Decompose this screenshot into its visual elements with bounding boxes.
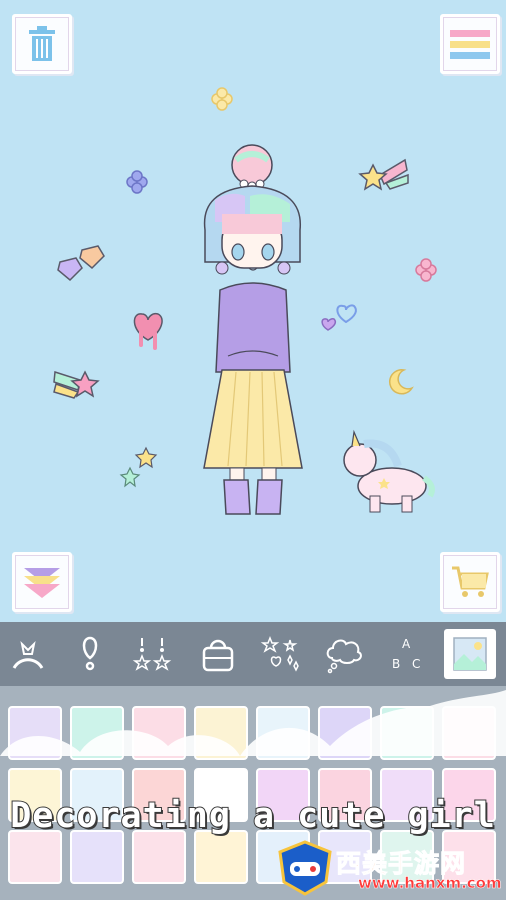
star-icon[interactable] (134, 446, 158, 469)
color-swatch[interactable] (194, 830, 248, 884)
tab-speech-bubble[interactable] (320, 628, 368, 680)
flower-icon[interactable] (211, 87, 233, 111)
earring-icon (82, 636, 98, 671)
menu-icon (450, 30, 490, 59)
color-swatch[interactable] (132, 830, 186, 884)
shop-button[interactable] (440, 552, 500, 612)
heart-icon[interactable] (133, 312, 163, 350)
color-swatch[interactable] (442, 706, 496, 760)
site-watermark: 西美手游网 www.hanxm.com (276, 840, 502, 898)
heart-icon[interactable] (336, 304, 357, 324)
svg-text:C: C (412, 657, 420, 671)
unicorn-plush[interactable] (343, 429, 435, 513)
headband-icon (12, 640, 44, 669)
character-girl[interactable] (203, 144, 303, 515)
color-swatch[interactable] (256, 706, 310, 760)
heart-icon[interactable] (321, 318, 337, 331)
background-image-icon (453, 637, 487, 671)
speech-cloud-icon (326, 639, 362, 674)
svg-text:A: A (402, 637, 411, 651)
menu-button[interactable] (440, 14, 500, 74)
abc-text-icon: A B C (392, 637, 420, 671)
flower-icon[interactable] (415, 258, 437, 282)
collapse-panel-button[interactable] (12, 552, 72, 612)
color-swatch[interactable] (318, 706, 372, 760)
promo-caption: Decorating a cute girl (9, 795, 496, 837)
color-swatch[interactable] (8, 830, 62, 884)
moon-icon[interactable] (389, 369, 414, 395)
shopping-cart-icon (452, 566, 489, 597)
color-swatch[interactable] (70, 706, 124, 760)
tab-necklace[interactable] (128, 628, 176, 680)
color-swatch[interactable] (132, 706, 186, 760)
necklace-icon (132, 638, 172, 671)
svg-text:B: B (392, 657, 400, 671)
bag-icon (202, 639, 234, 672)
tab-background[interactable] (444, 629, 496, 679)
tab-earrings[interactable] (66, 628, 114, 680)
color-swatch[interactable] (194, 706, 248, 760)
category-toolbar: A B C (0, 622, 506, 686)
flower-icon[interactable] (126, 170, 148, 194)
dressup-stage (0, 0, 506, 620)
gamepad-logo-icon (278, 840, 332, 896)
chevron-double-down-icon (24, 568, 60, 598)
color-swatch[interactable] (70, 830, 124, 884)
shooting-star-icon[interactable] (358, 158, 409, 191)
tab-bag[interactable] (194, 628, 242, 680)
watermark-url: www.hanxm.com (358, 874, 502, 893)
tab-headband[interactable] (4, 628, 52, 680)
trash-icon (29, 26, 55, 61)
color-swatch[interactable] (380, 706, 434, 760)
sparkles-icon (260, 635, 299, 672)
tab-text[interactable]: A B C (382, 628, 430, 680)
star-icon[interactable] (119, 466, 141, 488)
trash-button[interactable] (12, 14, 72, 74)
tab-sparkles[interactable] (256, 628, 304, 680)
color-swatch[interactable] (8, 706, 62, 760)
shooting-star-icon[interactable] (53, 370, 100, 399)
diamond-icon[interactable] (57, 245, 105, 282)
